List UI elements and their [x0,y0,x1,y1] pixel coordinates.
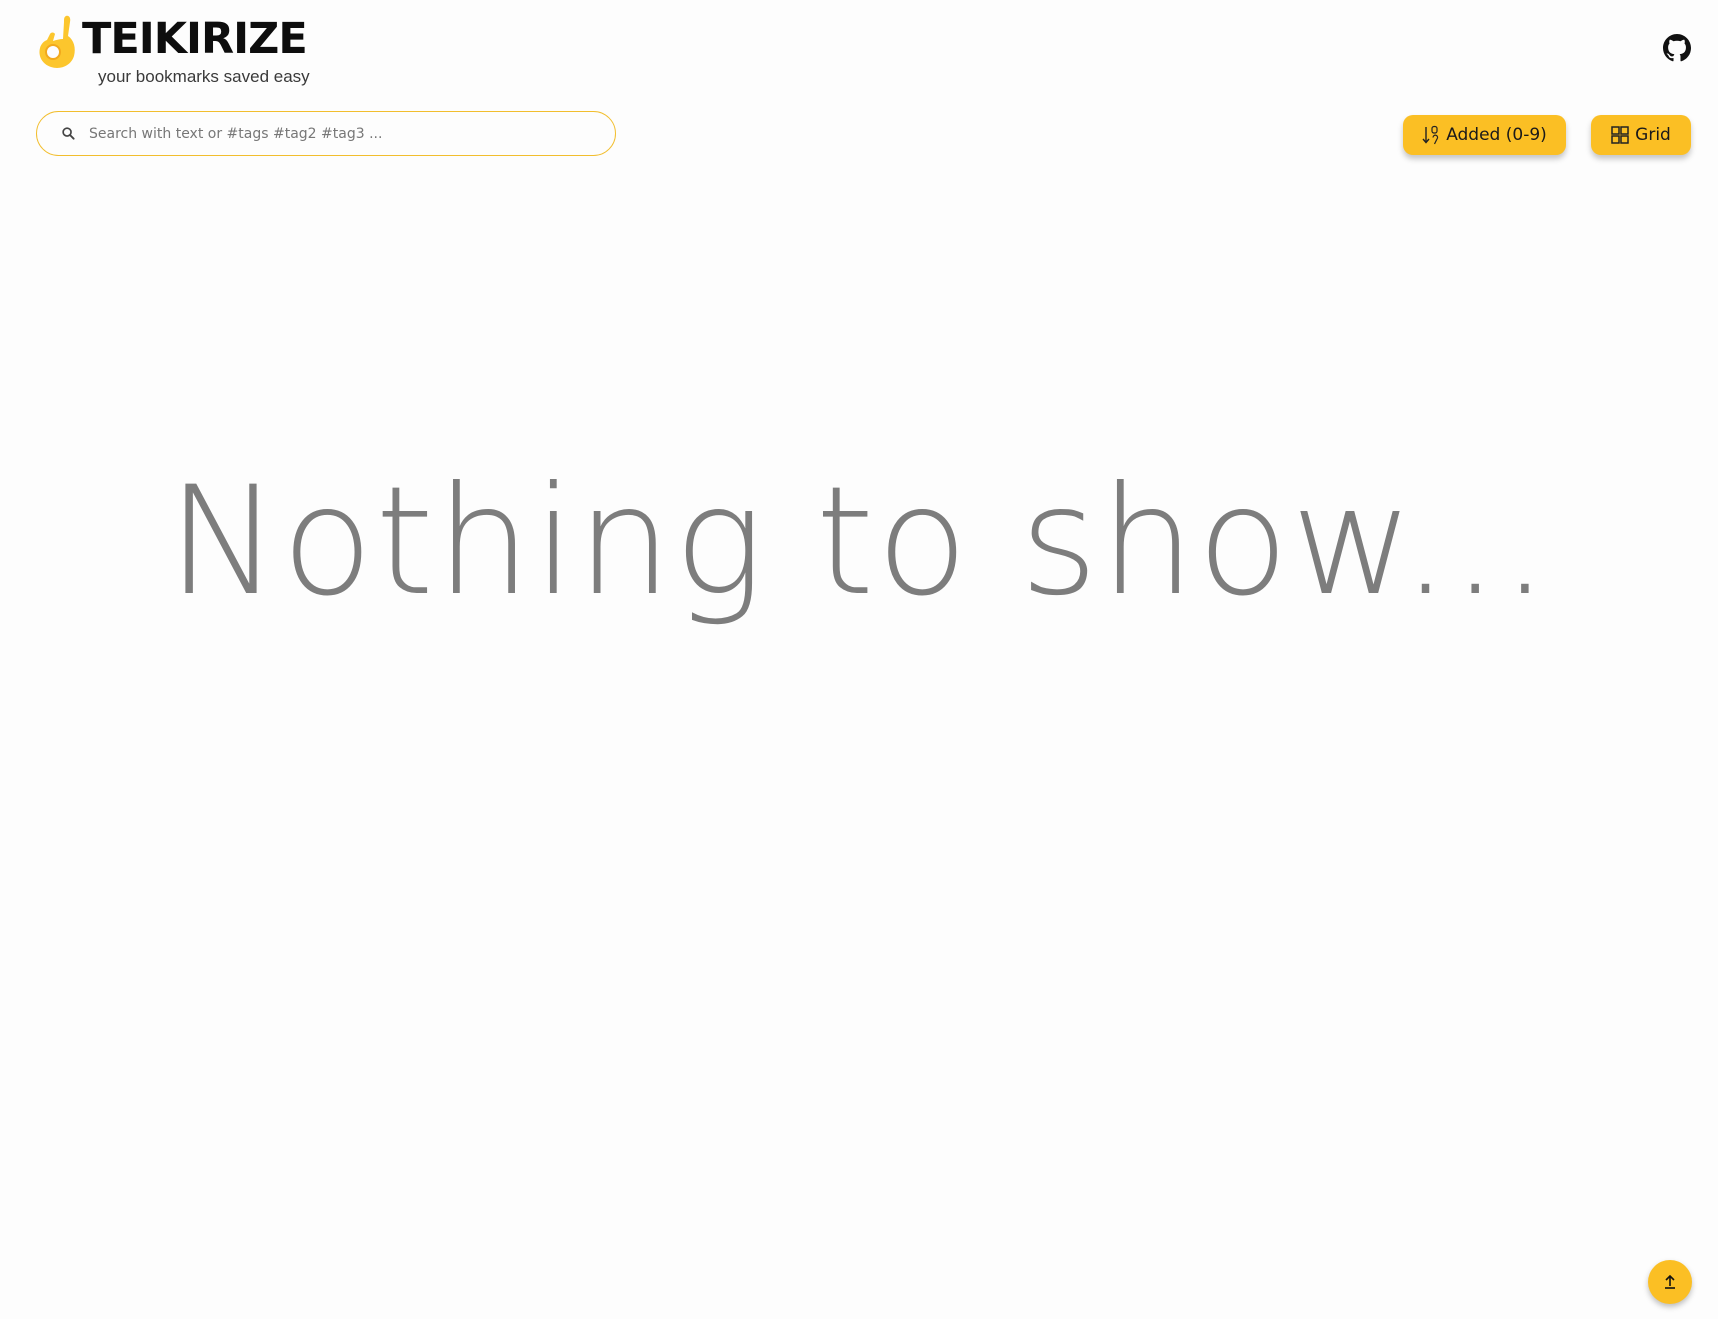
app-tagline: your bookmarks saved easy [98,67,310,86]
arrow-up-icon [1665,1274,1675,1289]
sort-button[interactable]: Added (0-9) [1403,115,1566,155]
grid-button-label: Grid [1635,125,1671,145]
scroll-to-top-button[interactable] [1648,1260,1692,1304]
github-icon[interactable] [1663,34,1691,62]
grid-icon [1611,126,1629,144]
search-input[interactable] [87,118,591,150]
search-icon [62,127,75,140]
ok-hand-icon [39,15,75,68]
grid-view-button[interactable]: Grid [1591,115,1691,155]
app-title: TEIKIRIZE [82,14,308,64]
sort-ascending-icon [1422,125,1439,145]
search-bar[interactable] [36,111,616,156]
empty-state-message: Nothing to show... [167,455,1551,629]
sort-button-label: Added (0-9) [1446,125,1547,145]
